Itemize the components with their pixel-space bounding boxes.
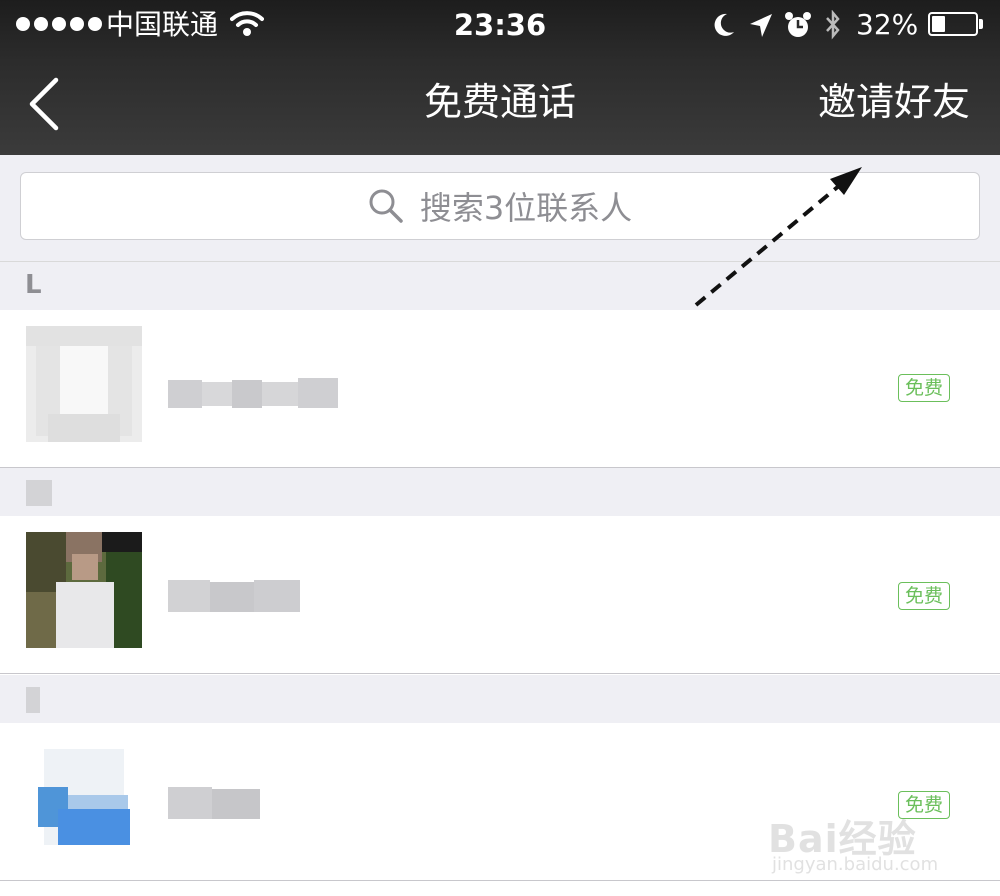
contact-name-blurred: [168, 378, 338, 408]
top-bar: 中国联通 23:36 32% 免费通话 邀请好友: [0, 0, 1000, 155]
contact-name-blurred: [168, 580, 300, 612]
contact-avatar: [26, 326, 142, 442]
free-badge: 免费: [898, 374, 950, 402]
section-header: [0, 675, 1000, 723]
alarm-icon: [785, 12, 811, 37]
watermark: Bai经验 jingyan.baidu.com: [760, 780, 990, 890]
free-badge: 免费: [898, 582, 950, 610]
annotation-arrow: [694, 167, 862, 307]
contact-row[interactable]: 免费: [0, 516, 1000, 674]
moon-icon: [714, 13, 734, 36]
invite-friends-button[interactable]: 邀请好友: [818, 76, 970, 128]
signal-dots-icon: [16, 17, 102, 31]
location-arrow-icon: [750, 14, 772, 37]
section-label: L: [25, 270, 42, 300]
chevron-left-icon[interactable]: [20, 74, 70, 134]
search-icon: [369, 189, 403, 223]
search-placeholder: 搜索3位联系人: [419, 189, 633, 227]
battery-icon: [928, 12, 978, 36]
section-header: [0, 468, 1000, 516]
wifi-icon: [230, 11, 264, 36]
contact-avatar: [26, 739, 142, 855]
watermark-url: jingyan.baidu.com: [772, 854, 939, 875]
carrier-name: 中国联通: [106, 8, 219, 41]
status-bar: 中国联通 23:36 32%: [0, 0, 1000, 50]
battery-percent: 32%: [856, 8, 919, 41]
contact-row[interactable]: 免费: [0, 310, 1000, 468]
contact-avatar: [26, 532, 142, 648]
contact-name-blurred: [168, 787, 260, 819]
bluetooth-icon: [826, 10, 840, 40]
